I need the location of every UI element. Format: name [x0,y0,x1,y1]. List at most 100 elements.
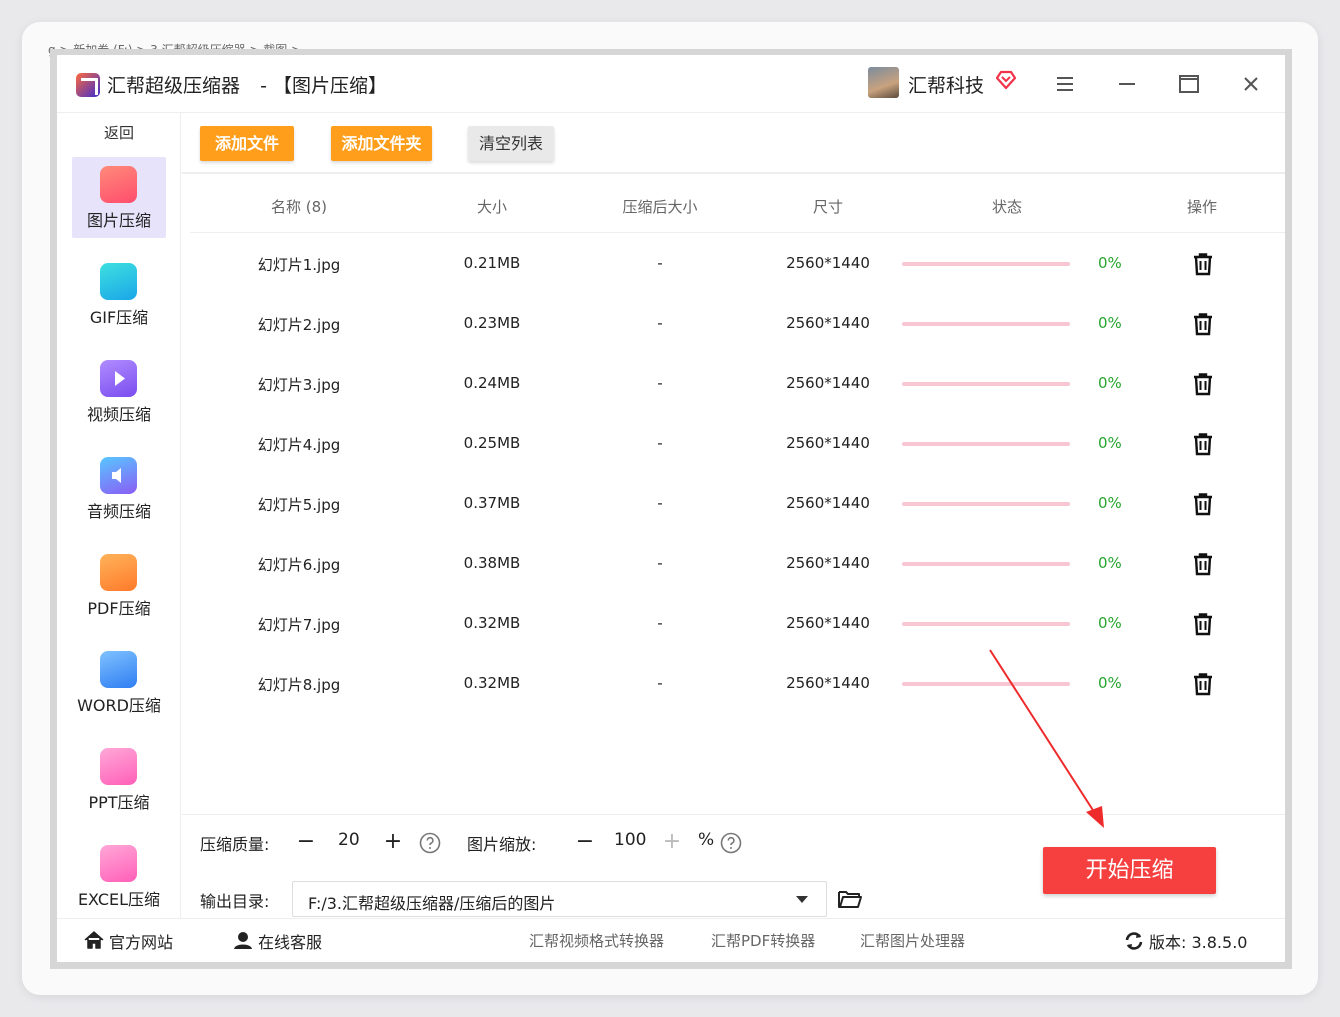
quality-input[interactable]: 20 [338,830,360,850]
header-size[interactable]: 大小 [408,196,576,217]
progress-bar [902,562,1070,566]
video-icon [100,360,137,397]
trash-icon[interactable] [1192,312,1214,336]
sidebar-item-excel[interactable]: EXCEL压缩 [72,836,166,917]
folder-icon[interactable] [837,888,863,910]
progress-percent: 0% [1098,554,1122,572]
refresh-icon[interactable] [1123,930,1145,952]
header-dimensions[interactable]: 尺寸 [744,196,912,217]
progress-percent: 0% [1098,314,1122,332]
add-folder-button[interactable]: 添加文件夹 [331,126,432,161]
minimize-icon[interactable] [1115,72,1139,96]
sidebar-item-label: GIF压缩 [89,308,149,327]
support-icon[interactable] [232,929,254,951]
online-service-link[interactable]: 在线客服 [258,929,322,953]
scale-help-icon[interactable] [720,832,742,854]
trash-icon[interactable] [1192,252,1214,276]
sidebar-item-label: WORD压缩 [77,696,161,715]
file-size: 0.32MB [463,674,521,692]
vip-heart-icon[interactable] [995,69,1017,91]
table-row[interactable]: 幻灯片7.jpg 0.32MB - 2560*1440 0% [190,594,1285,654]
compressed-size: - [657,614,663,632]
trash-icon[interactable] [1192,552,1214,576]
dimensions: 2560*1440 [786,254,870,272]
table-header: 名称 (8) 大小 压缩后大小 尺寸 状态 操作 [190,177,1285,233]
file-size: 0.24MB [463,374,521,392]
quality-help-icon[interactable] [419,832,441,854]
sidebar-item-label: PPT压缩 [88,793,150,812]
version-label: 版本: 3.8.5.0 [1149,933,1248,952]
avatar[interactable] [868,67,899,98]
header-actions: 操作 [1186,198,1217,216]
back-link[interactable]: 返回 [57,122,181,143]
clear-list-button[interactable]: 清空列表 [468,126,554,161]
dimensions: 2560*1440 [786,554,870,572]
file-name: 幻灯片1.jpg [257,256,341,274]
progress-percent: 0% [1098,614,1122,632]
toolbar: 添加文件 添加文件夹 清空列表 [182,113,1285,174]
title-bar: 汇帮超级压缩器 - 【图片压缩】 汇帮科技 [57,55,1285,113]
close-icon[interactable] [1239,72,1263,96]
sidebar-item-ppt[interactable]: PPT压缩 [72,739,166,820]
dimensions: 2560*1440 [786,674,870,692]
word-icon [100,651,137,688]
progress-bar [902,382,1070,386]
trash-icon[interactable] [1192,672,1214,696]
app-logo-icon [76,73,100,97]
trash-icon[interactable] [1192,492,1214,516]
quality-increase-button[interactable]: + [381,830,405,854]
file-name: 幻灯片6.jpg [257,556,341,574]
output-label: 输出目录: [200,892,270,911]
user-name[interactable]: 汇帮科技 [908,71,984,98]
quality-decrease-button[interactable]: − [294,830,318,854]
progress-percent: 0% [1098,434,1122,452]
sidebar-item-pdf[interactable]: PDF压缩 [72,545,166,626]
output-directory-select[interactable]: F:/3.汇帮超级压缩器/压缩后的图片 [292,881,827,917]
home-icon[interactable] [83,929,105,951]
file-size: 0.25MB [463,434,521,452]
header-compressed-size[interactable]: 压缩后大小 [576,196,744,217]
dimensions: 2560*1440 [786,374,870,392]
trash-icon[interactable] [1192,612,1214,636]
excel-icon [100,845,137,882]
image-processor-link[interactable]: 汇帮图片处理器 [860,930,965,951]
table-row[interactable]: 幻灯片1.jpg 0.21MB - 2560*1440 0% [190,234,1285,294]
compressed-size: - [657,374,663,392]
table-row[interactable]: 幻灯片5.jpg 0.37MB - 2560*1440 0% [190,474,1285,534]
sidebar-item-gif[interactable]: GIF压缩 [72,254,166,335]
trash-icon[interactable] [1192,372,1214,396]
file-name: 幻灯片4.jpg [257,436,341,454]
scale-decrease-button[interactable]: − [573,830,597,854]
sidebar-item-audio[interactable]: 音频压缩 [72,448,166,529]
trash-icon[interactable] [1192,432,1214,456]
table-row[interactable]: 幻灯片6.jpg 0.38MB - 2560*1440 0% [190,534,1285,594]
sidebar-item-video[interactable]: 视频压缩 [72,351,166,432]
sidebar-item-label: 图片压缩 [86,211,151,230]
settings-panel: 压缩质量: − 20 + 图片缩放: − 100 + % 输出目录: F:/3.… [182,814,1285,918]
menu-icon[interactable] [1053,72,1077,96]
sidebar-item-label: EXCEL压缩 [77,890,161,909]
header-name[interactable]: 名称 (8) [190,196,408,217]
scale-input[interactable]: 100 [614,830,646,850]
table-row[interactable]: 幻灯片4.jpg 0.25MB - 2560*1440 0% [190,414,1285,474]
compressed-size: - [657,434,663,452]
maximize-icon[interactable] [1177,72,1201,96]
table-row[interactable]: 幻灯片2.jpg 0.23MB - 2560*1440 0% [190,294,1285,354]
start-compress-button[interactable]: 开始压缩 [1043,847,1216,894]
scale-increase-button[interactable]: + [660,830,684,854]
sidebar-item-image[interactable]: 图片压缩 [72,157,166,238]
progress-percent: 0% [1098,674,1122,692]
table-row[interactable]: 幻灯片8.jpg 0.32MB - 2560*1440 0% [190,654,1285,714]
pdf-converter-link[interactable]: 汇帮PDF转换器 [711,930,815,951]
scale-unit: % [698,830,715,850]
header-status[interactable]: 状态 [912,196,1102,217]
progress-bar [902,502,1070,506]
progress-percent: 0% [1098,254,1122,272]
progress-bar [902,322,1070,326]
table-row[interactable]: 幻灯片3.jpg 0.24MB - 2560*1440 0% [190,354,1285,414]
video-converter-link[interactable]: 汇帮视频格式转换器 [529,930,664,951]
add-file-button[interactable]: 添加文件 [200,126,294,161]
file-name: 幻灯片3.jpg [257,376,341,394]
official-site-link[interactable]: 官方网站 [109,929,173,953]
sidebar-item-word[interactable]: WORD压缩 [72,642,166,723]
